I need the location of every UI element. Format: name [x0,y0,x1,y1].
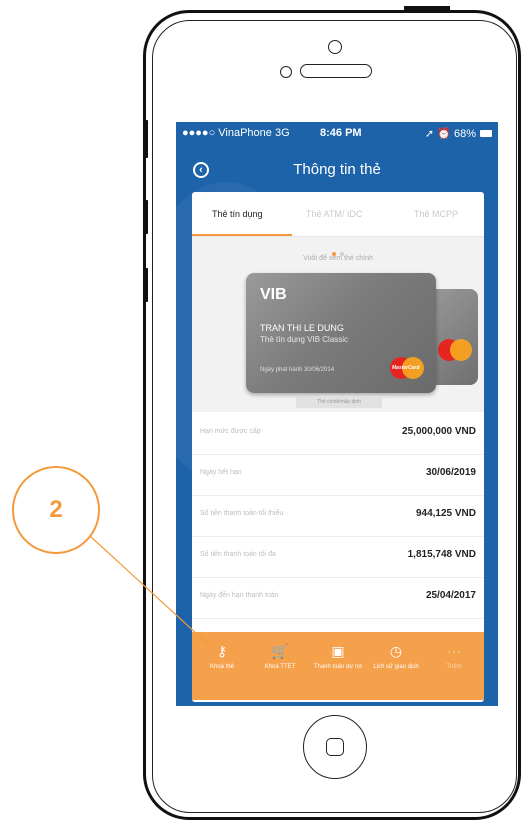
step-callout-badge: 2 [12,466,100,554]
callout-leader-line [89,535,211,647]
